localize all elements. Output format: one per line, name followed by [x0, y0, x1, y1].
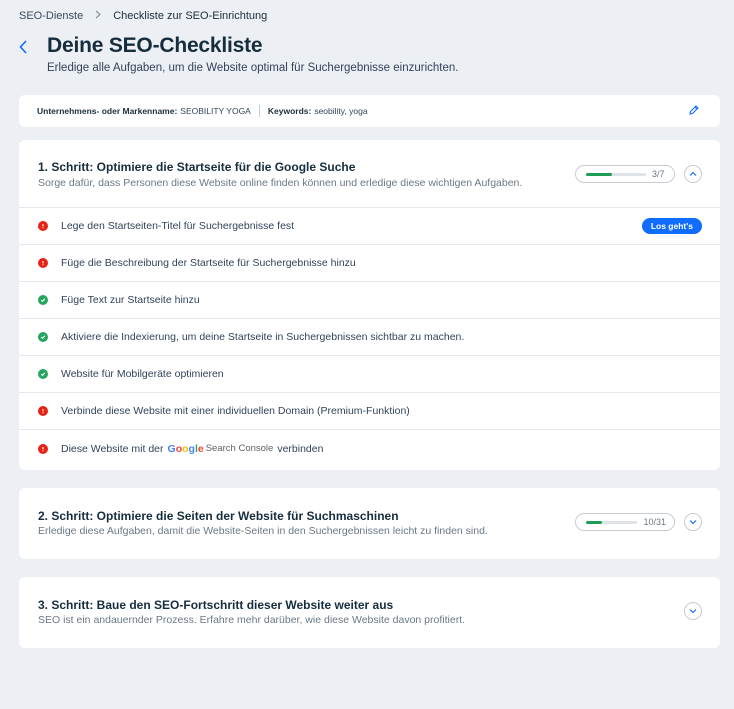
checkmark-icon	[38, 369, 48, 379]
progress-track	[586, 520, 638, 524]
task-label: Füge die Beschreibung der Startseite für…	[61, 257, 356, 269]
step-1-card: 1. Schritt: Optimiere die Startseite für…	[19, 140, 720, 470]
breadcrumb-seo-services[interactable]: SEO-Dienste	[19, 10, 83, 22]
step-2-description: Erledige diese Aufgaben, damit die Websi…	[38, 525, 488, 537]
google-wordmark: Google	[167, 442, 204, 455]
task-row[interactable]: Aktiviere die Indexierung, um deine Star…	[19, 319, 720, 356]
progress-fill	[586, 520, 603, 524]
step-3-card[interactable]: 3. Schritt: Baue den SEO-Fortschritt die…	[19, 577, 720, 648]
keywords-value: seobility, yoga	[314, 106, 368, 116]
page-subtitle: Erledige alle Aufgaben, um die Website o…	[47, 62, 459, 74]
task-row[interactable]: Füge die Beschreibung der Startseite für…	[19, 245, 720, 282]
divider	[258, 105, 260, 117]
search-console-wordmark: Search Console	[205, 443, 274, 454]
task-label-after: verbinden	[277, 442, 324, 455]
chevron-up-icon	[689, 171, 697, 176]
task-row[interactable]: Diese Website mit der Google Search Cons…	[19, 430, 720, 467]
progress-track	[586, 172, 646, 176]
checkmark-icon	[38, 332, 48, 342]
task-label: Aktiviere die Indexierung, um deine Star…	[61, 331, 465, 343]
business-name-value: SEOBILITY YOGA	[180, 106, 251, 116]
page-title: Deine SEO-Checkliste	[47, 34, 263, 57]
google-search-console-logo: Google Search Console	[168, 443, 274, 455]
step-2-header[interactable]: 2. Schritt: Optimiere die Seiten der Web…	[19, 488, 720, 555]
progress-fill	[586, 172, 612, 176]
task-row[interactable]: Verbinde diese Website mit einer individ…	[19, 393, 720, 430]
task-row[interactable]: Füge Text zur Startseite hinzu	[19, 282, 720, 319]
step-2-progress: 10/31	[575, 513, 675, 531]
step-2-card[interactable]: 2. Schritt: Optimiere die Seiten der Web…	[19, 488, 720, 559]
task-row[interactable]: Website für Mobilgeräte optimieren	[19, 356, 720, 393]
step-2-title: 2. Schritt: Optimiere die Seiten der Web…	[38, 509, 399, 523]
task-label: Website für Mobilgeräte optimieren	[61, 368, 224, 380]
step-3-title: 3. Schritt: Baue den SEO-Fortschritt die…	[38, 598, 394, 612]
error-icon	[38, 221, 48, 231]
error-icon	[38, 443, 48, 454]
task-label: Füge Text zur Startseite hinzu	[61, 294, 200, 306]
task-label: Verbinde diese Website mit einer individ…	[61, 405, 410, 417]
chevron-down-icon	[689, 609, 697, 614]
checkmark-icon	[38, 295, 48, 305]
step-2-expand-button[interactable]	[684, 513, 702, 531]
step-1-progress-count: 3/7	[652, 169, 665, 179]
step-3-header[interactable]: 3. Schritt: Baue den SEO-Fortschritt die…	[19, 577, 720, 644]
chevron-right-icon	[95, 10, 102, 22]
keywords-label: Keywords:	[267, 106, 312, 116]
step-1-task-list: Lege den Startseiten-Titel für Suchergeb…	[19, 207, 720, 467]
business-info-card: Unternehmens- oder Markenname: SEOBILITY…	[19, 95, 720, 127]
chevron-down-icon	[689, 520, 697, 525]
task-row[interactable]: Lege den Startseiten-Titel für Suchergeb…	[19, 208, 720, 245]
step-1-collapse-button[interactable]	[684, 165, 702, 183]
breadcrumb-current: Checkliste zur SEO-Einrichtung	[113, 10, 268, 22]
step-1-title: 1. Schritt: Optimiere die Startseite für…	[38, 160, 356, 174]
task-label: Lege den Startseiten-Titel für Suchergeb…	[61, 220, 295, 232]
task-label: Diese Website mit der Google Search Cons…	[61, 443, 323, 455]
back-button[interactable]	[19, 38, 33, 56]
business-name-label: Unternehmens- oder Markenname:	[37, 106, 178, 116]
step-2-progress-count: 10/31	[643, 517, 666, 527]
task-label-before: Diese Website mit der	[61, 442, 164, 455]
step-1-progress: 3/7	[575, 165, 675, 183]
step-1-description: Sorge dafür, dass Personen diese Website…	[38, 177, 523, 189]
step-3-expand-button[interactable]	[684, 602, 702, 620]
edit-pencil-icon[interactable]	[688, 104, 702, 118]
breadcrumb: SEO-Dienste Checkliste zur SEO-Einrichtu…	[19, 10, 267, 22]
step-3-description: SEO ist ein andauernder Prozess. Erfahre…	[38, 614, 466, 626]
error-icon	[38, 406, 48, 416]
error-icon	[38, 258, 48, 268]
step-1-header[interactable]: 1. Schritt: Optimiere die Startseite für…	[19, 140, 720, 207]
lets-go-button[interactable]: Los geht's	[641, 218, 702, 234]
chevron-left-icon	[19, 40, 27, 54]
